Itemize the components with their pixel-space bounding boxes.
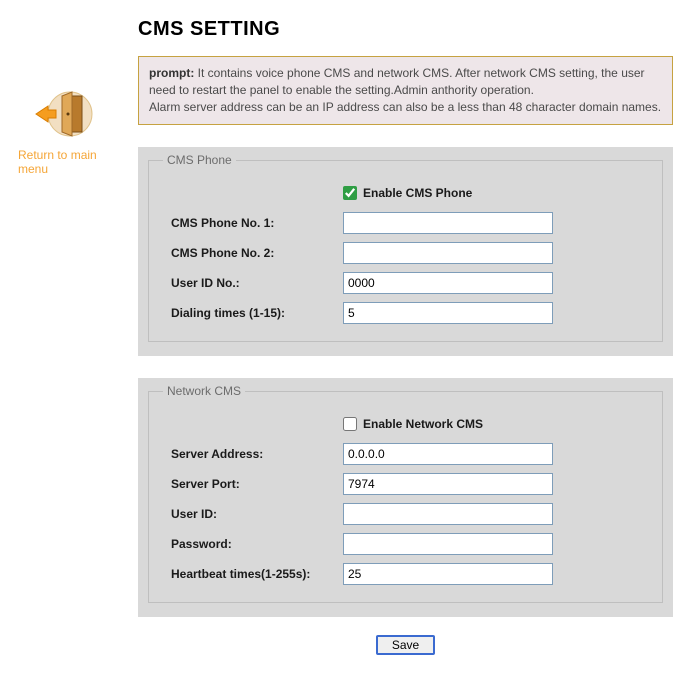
content-area: prompt: It contains voice phone CMS and … bbox=[138, 56, 673, 655]
net-userid-input[interactable] bbox=[343, 503, 553, 525]
cms-phone1-input[interactable] bbox=[343, 212, 553, 234]
net-userid-label: User ID: bbox=[163, 507, 343, 521]
enable-network-cms-label[interactable]: Enable Network CMS bbox=[363, 417, 483, 431]
cms-userid-input[interactable] bbox=[343, 272, 553, 294]
cms-setting-page: CMS SETTING Return to main menu prompt: … bbox=[0, 0, 700, 686]
enable-cms-phone-label[interactable]: Enable CMS Phone bbox=[363, 186, 472, 200]
cms-dialing-row: Dialing times (1-15): bbox=[163, 301, 648, 325]
net-password-label: Password: bbox=[163, 537, 343, 551]
enable-network-cms-row: Enable Network CMS bbox=[163, 412, 648, 436]
prompt-text: It contains voice phone CMS and network … bbox=[149, 66, 661, 114]
enable-cms-phone-checkbox[interactable] bbox=[343, 186, 357, 200]
network-cms-panel: Network CMS Enable Network CMS Server Ad… bbox=[138, 378, 673, 617]
server-address-label: Server Address: bbox=[163, 447, 343, 461]
net-userid-row: User ID: bbox=[163, 502, 648, 526]
cms-phone2-label: CMS Phone No. 2: bbox=[163, 246, 343, 260]
cms-phone1-label: CMS Phone No. 1: bbox=[163, 216, 343, 230]
return-main-menu-link[interactable] bbox=[18, 84, 110, 144]
server-address-row: Server Address: bbox=[163, 442, 648, 466]
cms-phone2-row: CMS Phone No. 2: bbox=[163, 241, 648, 265]
cms-phone1-row: CMS Phone No. 1: bbox=[163, 211, 648, 235]
door-exit-icon bbox=[32, 84, 96, 144]
cms-phone-panel: CMS Phone Enable CMS Phone CMS Phone No.… bbox=[138, 147, 673, 356]
enable-cms-phone-row: Enable CMS Phone bbox=[163, 181, 648, 205]
cms-dialing-label: Dialing times (1-15): bbox=[163, 306, 343, 320]
enable-network-cms-checkbox[interactable] bbox=[343, 417, 357, 431]
server-address-input[interactable] bbox=[343, 443, 553, 465]
heartbeat-row: Heartbeat times(1-255s): bbox=[163, 562, 648, 586]
heartbeat-label: Heartbeat times(1-255s): bbox=[163, 567, 343, 581]
page-title: CMS SETTING bbox=[138, 18, 280, 41]
return-main-menu-label[interactable]: Return to main menu bbox=[18, 148, 110, 176]
save-button[interactable]: Save bbox=[376, 635, 435, 655]
server-port-row: Server Port: bbox=[163, 472, 648, 496]
cms-dialing-input[interactable] bbox=[343, 302, 553, 324]
net-password-input[interactable] bbox=[343, 533, 553, 555]
cms-phone-fieldset: CMS Phone Enable CMS Phone CMS Phone No.… bbox=[148, 153, 663, 342]
cms-phone-legend: CMS Phone bbox=[163, 153, 236, 167]
cms-userid-row: User ID No.: bbox=[163, 271, 648, 295]
cms-userid-label: User ID No.: bbox=[163, 276, 343, 290]
heartbeat-input[interactable] bbox=[343, 563, 553, 585]
prompt-label: prompt: bbox=[149, 66, 194, 80]
network-cms-fieldset: Network CMS Enable Network CMS Server Ad… bbox=[148, 384, 663, 603]
side-nav: Return to main menu bbox=[14, 84, 110, 176]
network-cms-legend: Network CMS bbox=[163, 384, 245, 398]
net-password-row: Password: bbox=[163, 532, 648, 556]
save-row: Save bbox=[138, 635, 673, 655]
server-port-label: Server Port: bbox=[163, 477, 343, 491]
server-port-input[interactable] bbox=[343, 473, 553, 495]
prompt-box: prompt: It contains voice phone CMS and … bbox=[138, 56, 673, 125]
cms-phone2-input[interactable] bbox=[343, 242, 553, 264]
